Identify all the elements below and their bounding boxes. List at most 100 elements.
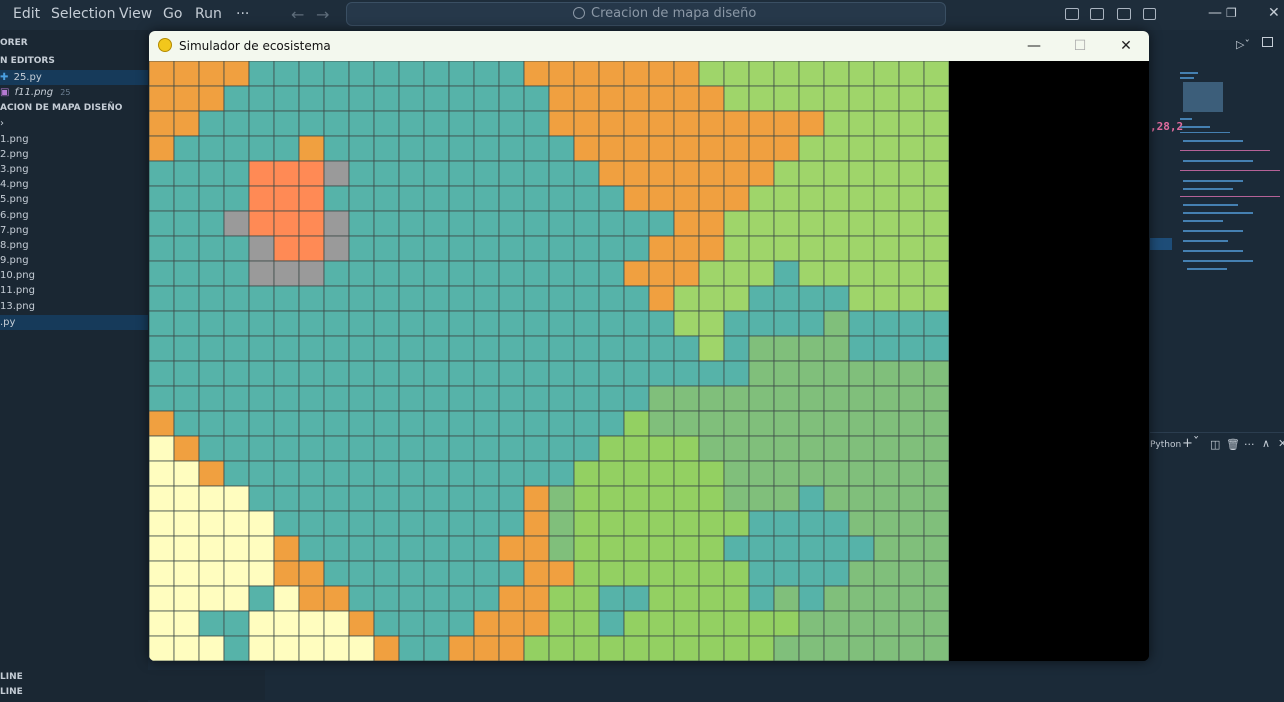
map-tile-meadow[interactable] (698, 485, 725, 512)
map-tile-water[interactable] (273, 410, 300, 437)
map-tile-forest[interactable] (848, 385, 875, 412)
map-tile-forest[interactable] (898, 485, 925, 512)
map-tile-water[interactable] (223, 110, 250, 137)
map-tile-grass[interactable] (848, 135, 875, 162)
map-tile-meadow[interactable] (723, 610, 750, 637)
map-tile-water[interactable] (398, 535, 425, 562)
map-tile-water[interactable] (748, 560, 775, 587)
map-tile-water[interactable] (523, 185, 550, 212)
map-tile-water[interactable] (348, 235, 375, 262)
map-tile-water[interactable] (923, 335, 949, 362)
map-tile-forest[interactable] (748, 435, 775, 462)
map-tile-water[interactable] (398, 485, 425, 512)
map-tile-rock[interactable] (298, 260, 325, 287)
map-tile-water[interactable] (798, 310, 825, 337)
map-tile-water[interactable] (473, 510, 500, 537)
map-tile-grass[interactable] (798, 210, 825, 237)
map-tile-meadow[interactable] (598, 435, 625, 462)
map-tile-grass[interactable] (873, 260, 900, 287)
map-tile-water[interactable] (423, 61, 450, 87)
map-tile-forest[interactable] (798, 460, 825, 487)
map-tile-snow[interactable] (149, 535, 175, 562)
map-tile-grass[interactable] (723, 285, 750, 312)
map-tile-water[interactable] (598, 360, 625, 387)
add-terminal-icon[interactable]: +ˇ (1182, 436, 1199, 451)
map-tile-water[interactable] (448, 185, 475, 212)
map-tile-water[interactable] (448, 235, 475, 262)
map-tile-water[interactable] (523, 85, 550, 112)
map-tile-grass[interactable] (873, 85, 900, 112)
map-tile-forest[interactable] (823, 610, 850, 637)
map-tile-sand[interactable] (523, 610, 550, 637)
map-tile-water[interactable] (149, 160, 175, 187)
map-tile-water[interactable] (273, 310, 300, 337)
map-tile-water[interactable] (323, 560, 350, 587)
map-tile-water[interactable] (448, 435, 475, 462)
map-tile-water[interactable] (173, 335, 200, 362)
close-panel-icon[interactable]: ✕ (1278, 437, 1284, 450)
map-tile-meadow[interactable] (623, 410, 650, 437)
map-tile-water[interactable] (248, 135, 275, 162)
map-tile-water[interactable] (373, 560, 400, 587)
map-tile-sand[interactable] (648, 185, 675, 212)
map-tile-water[interactable] (523, 435, 550, 462)
map-tile-water[interactable] (198, 110, 225, 137)
map-tile-forest[interactable] (823, 360, 850, 387)
map-tile-water[interactable] (173, 385, 200, 412)
map-tile-grass[interactable] (723, 260, 750, 287)
map-tile-meadow[interactable] (648, 435, 675, 462)
map-tile-sand[interactable] (723, 110, 750, 137)
map-tile-water[interactable] (623, 285, 650, 312)
more-actions-icon[interactable]: ··· (1244, 438, 1255, 451)
map-tile-water[interactable] (448, 585, 475, 612)
map-tile-water[interactable] (398, 460, 425, 487)
map-tile-snow[interactable] (348, 635, 375, 661)
map-tile-water[interactable] (223, 310, 250, 337)
map-tile-water[interactable] (548, 335, 575, 362)
map-tile-meadow[interactable] (573, 460, 600, 487)
map-tile-rock[interactable] (323, 160, 350, 187)
map-tile-meadow[interactable] (573, 510, 600, 537)
map-tile-sand[interactable] (748, 160, 775, 187)
map-tile-water[interactable] (573, 360, 600, 387)
map-tile-water[interactable] (748, 535, 775, 562)
map-tile-meadow[interactable] (623, 560, 650, 587)
map-tile-forest[interactable] (848, 460, 875, 487)
map-tile-water[interactable] (173, 360, 200, 387)
map-tile-water[interactable] (173, 185, 200, 212)
map-tile-water[interactable] (273, 385, 300, 412)
map-tile-water[interactable] (149, 210, 175, 237)
map-tile-forest[interactable] (723, 485, 750, 512)
map-tile-sand[interactable] (698, 160, 725, 187)
map-tile-meadow[interactable] (673, 510, 700, 537)
map-tile-meadow[interactable] (723, 560, 750, 587)
map-tile-water[interactable] (323, 285, 350, 312)
map-tile-meadow[interactable] (673, 610, 700, 637)
map-tile-water[interactable] (523, 335, 550, 362)
map-tile-water[interactable] (149, 285, 175, 312)
map-tile-snow[interactable] (149, 635, 175, 661)
map-tile-meadow[interactable] (573, 610, 600, 637)
map-tile-water[interactable] (298, 110, 325, 137)
map-tile-water[interactable] (173, 260, 200, 287)
map-tile-water[interactable] (373, 410, 400, 437)
map-tile-meadow[interactable] (648, 560, 675, 587)
map-tile-rock[interactable] (323, 235, 350, 262)
terminal-label[interactable]: Python (1150, 440, 1181, 450)
file-item[interactable]: 4.png (0, 177, 148, 192)
toggle-panel-icon[interactable] (1090, 8, 1104, 20)
map-tile-forest[interactable] (848, 610, 875, 637)
map-tile-water[interactable] (448, 160, 475, 187)
restore-vscode-icon[interactable]: ❐ (1226, 6, 1237, 20)
map-tile-water[interactable] (348, 310, 375, 337)
map-tile-water[interactable] (498, 310, 525, 337)
map-tile-snow[interactable] (273, 635, 300, 661)
map-tile-water[interactable] (573, 260, 600, 287)
file-item[interactable]: 2.png (0, 147, 148, 162)
map-tile-water[interactable] (473, 485, 500, 512)
map-tile-water[interactable] (823, 285, 850, 312)
map-tile-rock[interactable] (273, 260, 300, 287)
menu-more[interactable]: ··· (236, 6, 249, 22)
map-tile-snow[interactable] (248, 635, 275, 661)
map-tile-water[interactable] (473, 285, 500, 312)
